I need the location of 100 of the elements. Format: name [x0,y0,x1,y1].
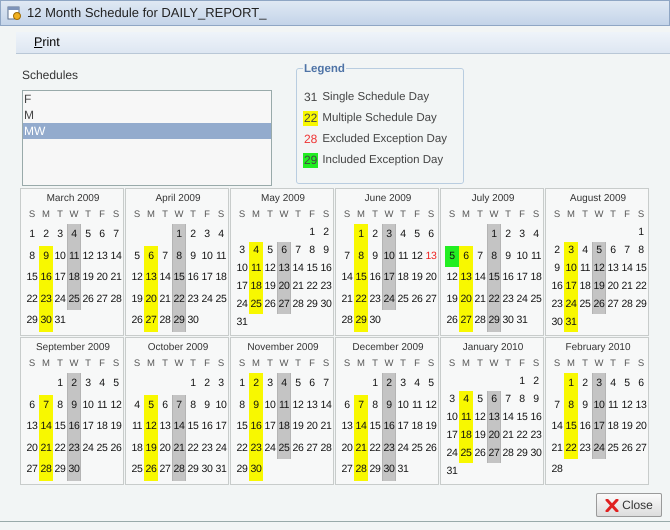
day-cell-text: 18 [410,419,424,434]
menu-item[interactable]: Print [32,33,62,52]
day-cell-text: 16 [200,419,214,434]
day-cell-text: 25 [530,292,542,307]
day-cell: 24 [382,288,396,310]
day-cell: 11 [277,394,291,416]
day-cell: 22 [172,288,186,310]
weekday-label: W [68,208,80,222]
day-cell: 22 [564,438,578,460]
day-cell: 9 [67,394,81,416]
day-cell-text: 1 [518,374,526,390]
day-cell: 1 [564,373,578,395]
day-cell: 18 [249,278,263,296]
weekday-label: S [112,208,120,222]
weekday-label: W [488,208,500,222]
month-title: May 2009 [260,192,306,206]
day-cell-text: 20 [340,440,354,456]
day-cell-text: 27 [340,462,354,478]
day-cell-text: 18 [578,279,592,294]
day-cell-text: 19 [264,279,276,294]
day-cell-text: 17 [516,270,528,286]
weekday-label: S [216,208,226,222]
day-cell-text: 14 [550,419,564,434]
weekday-label: S [426,357,436,371]
day-cell-text: 15 [634,261,648,276]
day-cell-text: 31 [516,313,528,328]
weekday-label: M [41,357,51,371]
day-cell-text: 26 [264,297,276,312]
day-cell-text: 25 [578,297,592,312]
day-cell: 8 [172,246,186,268]
day-cell: 17 [592,416,606,438]
day-cell-text: 10 [396,398,410,413]
day-cell-text: 21 [320,419,332,434]
day-cell-text: 31 [396,462,410,478]
day-cell-text: 28 [292,297,304,312]
day-cell-text: 3 [448,392,456,408]
day-cell-text: 21 [474,292,486,307]
weekday-label: M [251,208,261,222]
day-cell-text: 28 [340,313,354,328]
day-cell: 1 [172,224,186,246]
day-cell-text: 17 [54,270,66,286]
day-cell-text: 29 [306,297,318,312]
day-cell-text: 10 [446,410,458,426]
day-cell: 6 [144,246,158,268]
day-cell-text: 20 [96,270,108,286]
day-cell-text: 23 [550,297,564,312]
day-cell-text: 3 [518,226,526,242]
day-cell-text: 16 [320,261,332,276]
day-cell-text: 3 [203,226,211,242]
day-cell-text: 28 [320,440,332,456]
legend-swatch: 22 [303,111,318,126]
day-cell: 18 [459,427,473,445]
day-cell-text: 31 [236,315,248,330]
schedule-item[interactable]: F [23,91,271,107]
month-title: October 2009 [146,341,210,355]
day-cell: 22 [354,288,368,310]
day-cell-text: 5 [266,243,274,258]
day-cell-text: 26 [292,440,304,456]
weekday-label: M [356,208,366,222]
weekday-label: T [84,357,92,371]
day-cell-text: 13 [306,398,318,413]
day-cell-text: 14 [340,270,354,286]
day-cell-text: 23 [578,440,592,456]
day-cell-text: 4 [399,226,407,242]
day-cell: 27 [487,445,501,463]
day-cell-text: 30 [530,446,542,462]
day-cell-text: 25 [96,440,108,456]
day-cell: 15 [564,416,578,438]
day-cell-text: 16 [550,279,564,294]
weekday-label: T [266,208,274,222]
day-cell: 28 [354,459,368,481]
day-cell-text: 15 [368,419,382,434]
day-cell-text: 23 [186,292,200,307]
day-cell: 8 [564,394,578,416]
day-cell-text: 20 [424,270,438,286]
weekday-label: F [623,357,631,371]
schedule-item[interactable]: M [23,107,271,123]
day-cell-text: 24 [446,446,458,462]
weekday-label: W [68,357,80,371]
day-cell: 2 [382,373,396,395]
day-cell-text: 4 [133,398,141,413]
day-cell-text: 4 [581,243,589,258]
day-cell: 16 [249,416,263,438]
day-cell-text: 7 [294,243,302,258]
weekday-label: F [203,357,211,371]
day-cell: 3 [564,242,578,260]
day-cell: 11 [459,409,473,427]
day-cell-text: 1 [56,376,64,391]
schedules-list[interactable]: F M MW [22,90,272,186]
day-cell-text: 29 [54,462,66,478]
weekday-label: T [609,357,617,371]
day-cell-text: 24 [516,292,528,307]
day-cell-text: 15 [306,261,318,276]
day-cell-text: 30 [320,297,332,312]
legend-label: Included Exception Day [322,152,444,168]
close-button[interactable]: Close [596,493,662,517]
day-cell: 25 [67,288,81,310]
day-cell-text: 1 [238,376,246,391]
day-cell-text: 24 [236,297,248,312]
day-cell: 17 [382,267,396,289]
